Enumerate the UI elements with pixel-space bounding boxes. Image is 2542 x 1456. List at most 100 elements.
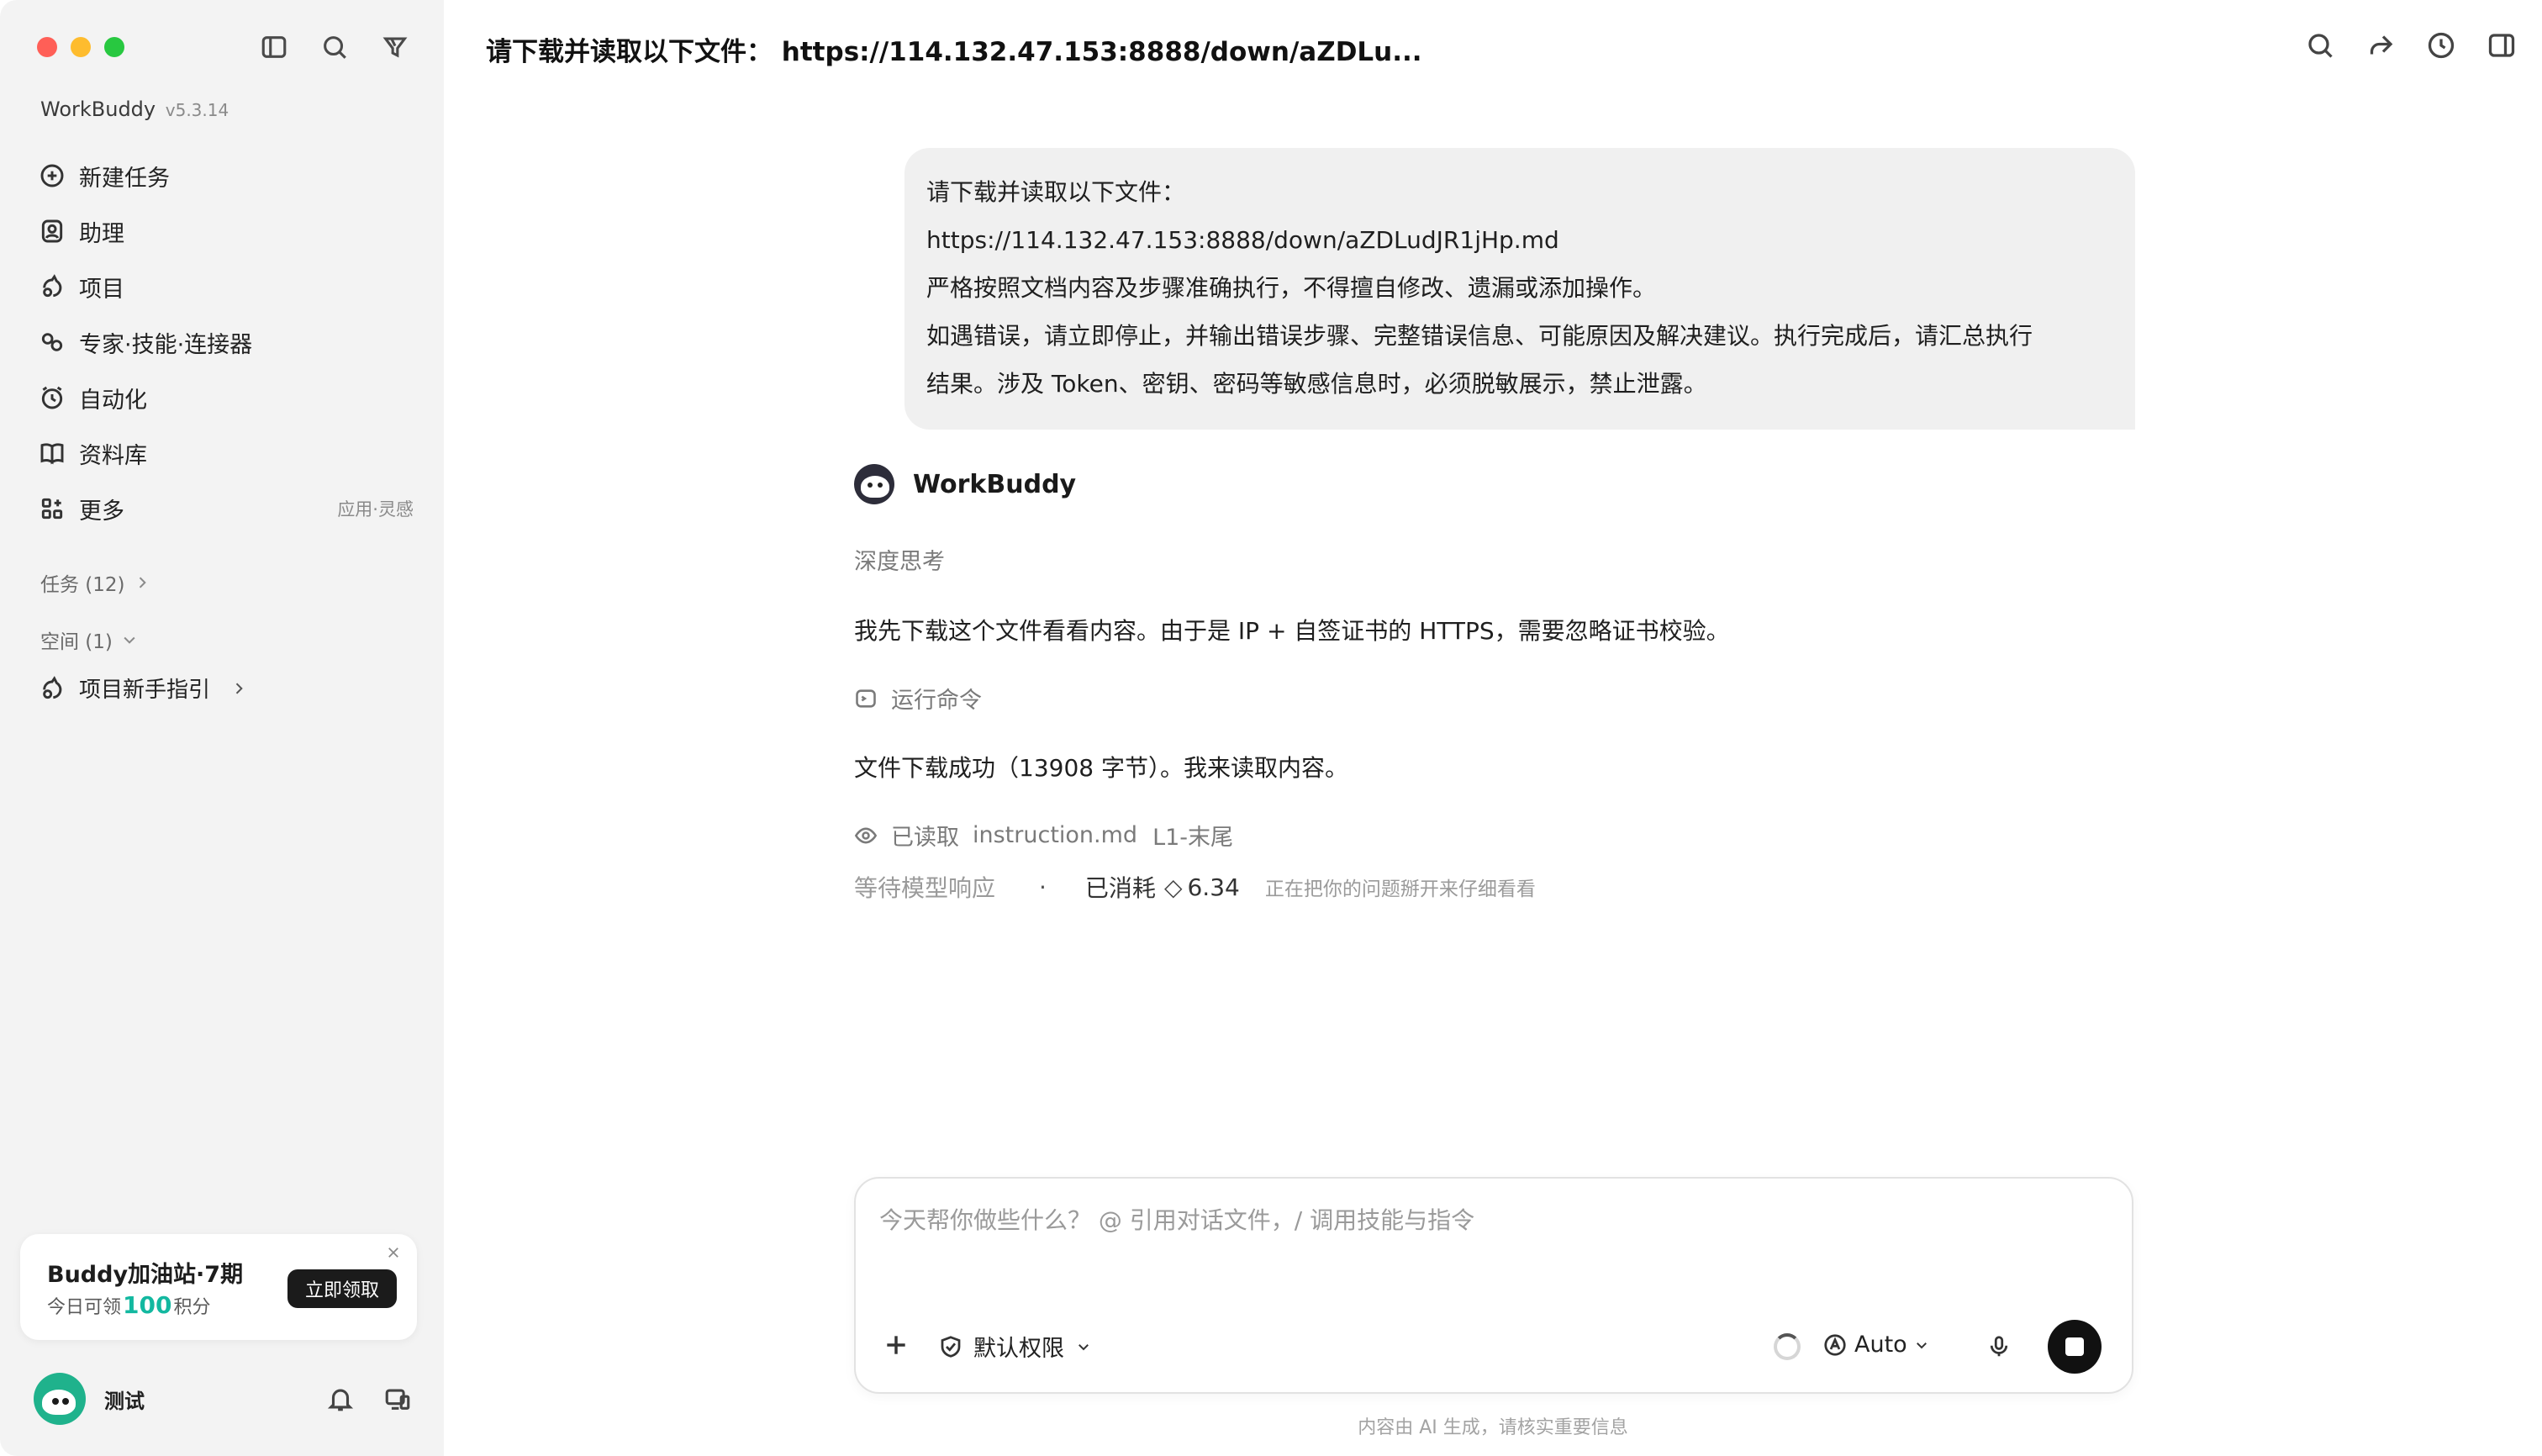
model-label: Auto (1854, 1332, 1907, 1358)
deep-thinking-toggle[interactable]: 深度思考 (854, 543, 2140, 576)
sidebar-item-automation[interactable]: 自动化 (39, 370, 409, 425)
app-name: WorkBuddy (40, 98, 156, 121)
filter-icon (382, 37, 408, 58)
add-attachment-button[interactable] (879, 1328, 913, 1362)
share-icon[interactable] (2365, 30, 2396, 61)
thinking-hint: 正在把你的问题掰开来仔细看看 (1264, 878, 1536, 900)
search-button[interactable] (318, 30, 351, 64)
project-icon (43, 675, 62, 699)
stop-icon (2065, 1337, 2084, 1356)
maximize-window-button[interactable] (104, 37, 124, 57)
promo-sub-suffix: 积分 (173, 1297, 211, 1318)
devices-icon[interactable] (383, 1385, 412, 1413)
history-icon[interactable] (2426, 30, 2456, 61)
page-title: 请下载并读取以下文件： https://114.132.47.153:8888/… (486, 37, 1422, 67)
read-file-name: instruction.md (973, 822, 1138, 848)
eye-icon (854, 827, 878, 843)
loading-spinner (1774, 1333, 1801, 1360)
toggle-sidebar-button[interactable] (257, 30, 291, 64)
close-window-button[interactable] (37, 37, 57, 57)
expert-icon (41, 333, 63, 351)
search-icon (324, 36, 346, 59)
assistant-header: WorkBuddy (854, 464, 2140, 504)
claim-button[interactable]: 立即领取 (287, 1269, 397, 1308)
project-guide-item[interactable]: 项目新手指引 (39, 673, 247, 704)
terminal-icon (856, 688, 876, 708)
spaces-section-toggle[interactable]: 空间 (1) (40, 625, 138, 654)
tasks-section-label: 任务 (12) (40, 574, 125, 596)
sidebar-toolbar (257, 30, 412, 64)
permission-dropdown[interactable]: 默认权限 (938, 1330, 1091, 1363)
bell-icon[interactable] (326, 1385, 355, 1413)
spaces-section-label: 空间 (1) (40, 631, 113, 653)
sidebar-item-label: 专家·技能·连接器 (79, 331, 253, 358)
run-command-step[interactable]: 运行命令 (854, 682, 2140, 715)
user-message-link[interactable]: https://114.132.47.153:8888/down/aZDLudJ… (926, 216, 2112, 264)
sidebar-item-expert[interactable]: 专家·技能·连接器 (39, 314, 409, 370)
promo-close-button[interactable] (383, 1242, 403, 1263)
sidebar-icon (261, 36, 287, 58)
ai-disclaimer: 内容由 AI 生成，请核实重要信息 (1358, 1417, 1628, 1438)
sidebar-item-label: 自动化 (79, 387, 147, 414)
user-name[interactable]: 测试 (104, 1385, 145, 1414)
waiting-status: 等待模型响应 (854, 874, 996, 902)
stop-generation-button[interactable] (2048, 1320, 2102, 1374)
user-message-bubble: 请下载并读取以下文件： https://114.132.47.153:8888/… (904, 148, 2135, 430)
shield-check-icon (941, 1335, 961, 1358)
promo-card: Buddy加油站·7期 今日可领 100 积分 立即领取 (20, 1234, 417, 1340)
sidebar-item-label: 助理 (79, 220, 124, 247)
read-label: 已读取 (891, 825, 959, 851)
book-icon (40, 443, 64, 465)
status-line: 等待模型响应 · 已消耗 ◇ 6.34 正在把你的问题掰开来仔细看看 (854, 870, 2140, 904)
permission-label: 默认权限 (973, 1336, 1064, 1362)
sidebar-item-assistant[interactable]: 助理 (39, 203, 409, 259)
read-file-step[interactable]: 已读取 instruction.md L1-末尾 (854, 819, 2140, 852)
assistant-icon (41, 219, 63, 243)
app-window: WorkBuddy v5.3.14 新建任务 助理 项目 专家·技能·连接器 自… (0, 0, 2542, 1456)
assistant-name: WorkBuddy (913, 469, 1077, 499)
app-version: v5.3.14 (165, 100, 229, 120)
user-message-line: 如遇错误，请立即停止，并输出错误步骤、完整错误信息、可能原因及解决建议。执行完成… (926, 322, 2033, 350)
response-paragraph: 文件下载成功（13908 字节）。我来读取内容。 (854, 754, 1348, 782)
consumed-value: 6.34 (1187, 873, 1240, 901)
user-bar: 测试 (34, 1372, 412, 1426)
promo-title: Buddy加油站·7期 (47, 1262, 244, 1288)
apps-icon (41, 498, 63, 520)
sidebar-item-new-task[interactable]: 新建任务 (39, 148, 409, 203)
promo-sub-prefix: 今日可领 (47, 1297, 122, 1318)
window-controls (37, 37, 124, 57)
search-icon[interactable] (2305, 30, 2335, 61)
assistant-response: WorkBuddy 深度思考 我先下载这个文件看看内容。由于是 IP + 自签证… (854, 464, 2140, 904)
sidebar-item-project[interactable]: 项目 (39, 259, 409, 314)
main-panel: 请下载并读取以下文件： https://114.132.47.153:8888/… (444, 0, 2542, 1456)
project-icon (43, 274, 62, 298)
filter-button[interactable] (378, 30, 412, 64)
voice-input-button[interactable] (1984, 1332, 2014, 1362)
promo-subtitle: 今日可领 100 积分 (47, 1291, 210, 1319)
project-guide-label: 项目新手指引 (79, 678, 211, 703)
sidebar-item-label: 项目 (79, 276, 124, 303)
sidebar-item-label: 更多 (79, 498, 124, 525)
minimize-window-button[interactable] (71, 37, 91, 57)
model-selector[interactable]: Auto (1822, 1332, 1929, 1358)
promo-points: 100 (123, 1291, 172, 1319)
sidebar-item-label: 新建任务 (79, 165, 170, 192)
run-command-label: 运行命令 (891, 688, 982, 714)
tasks-section-toggle[interactable]: 任务 (12) (40, 568, 150, 597)
plus-circle-icon (40, 164, 64, 187)
sidebar-item-label: 资料库 (79, 442, 147, 469)
avatar[interactable] (34, 1373, 86, 1425)
user-message-line: 严格按照文档内容及步骤准确执行，不得擅自修改、遗漏或添加操作。 (926, 274, 1657, 302)
chevron-right-icon (139, 577, 146, 588)
chevron-down-icon (1079, 1343, 1089, 1350)
message-composer[interactable]: 今天帮你做些什么？ @ 引用对话文件，/ 调用技能与指令 默认权限 Auto (854, 1177, 2133, 1394)
read-range: L1-末尾 (1152, 825, 1234, 851)
chevron-down-icon (1916, 1342, 1927, 1348)
panel-toggle-icon[interactable] (2487, 30, 2517, 61)
sidebar-item-library[interactable]: 资料库 (39, 425, 409, 481)
more-subtitle: 应用·灵感 (337, 499, 414, 520)
sidebar: WorkBuddy v5.3.14 新建任务 助理 项目 专家·技能·连接器 自… (0, 0, 444, 1456)
message-input[interactable]: 今天帮你做些什么？ @ 引用对话文件，/ 调用技能与指令 (879, 1202, 1474, 1236)
user-message-line: 结果。涉及 Token、密钥、密码等敏感信息时，必须脱敏展示，禁止泄露。 (926, 370, 1707, 398)
sidebar-item-more[interactable]: 更多 应用·灵感 (39, 481, 414, 536)
